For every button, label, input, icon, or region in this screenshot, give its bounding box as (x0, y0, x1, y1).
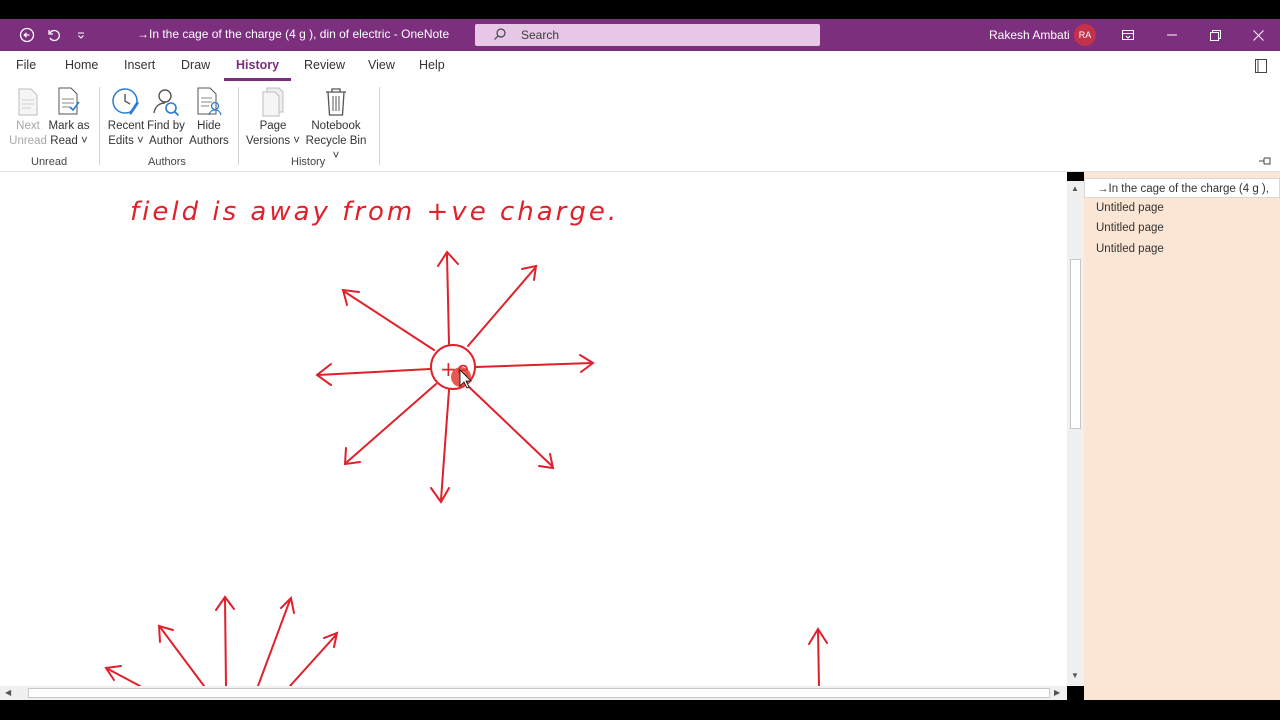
vertical-scroll-thumb[interactable] (1070, 259, 1081, 429)
search-box[interactable]: Search (475, 24, 820, 46)
scroll-right-icon[interactable]: ▶ (1054, 688, 1060, 697)
mark-as-read-line2: Read ˅ (50, 135, 88, 147)
recent-edits-line1: Recent (107, 120, 145, 132)
tab-insert[interactable]: Insert (124, 58, 155, 72)
title-bar: →In the cage of the charge (4 g ), din o… (0, 19, 1280, 51)
page-item[interactable]: Untitled page (1084, 218, 1280, 238)
next-unread-button[interactable]: Next Unread (8, 85, 48, 149)
search-placeholder: Search (521, 28, 560, 42)
tab-file[interactable]: File (16, 58, 36, 72)
window-title: →In the cage of the charge (4 g ), din o… (137, 27, 450, 41)
page-item[interactable]: Untitled page (1084, 198, 1280, 218)
user-name[interactable]: Rakesh Ambati (989, 28, 1070, 42)
pin-ribbon-icon[interactable] (1258, 155, 1272, 169)
group-label-history: History (291, 156, 326, 168)
group-label-unread: Unread (31, 156, 68, 168)
close-icon[interactable] (1248, 25, 1268, 45)
hide-authors-icon (194, 85, 224, 119)
mark-as-read-line1: Mark as (48, 120, 90, 132)
bottom-black-bar (0, 700, 1280, 720)
next-unread-line1: Next (16, 120, 40, 132)
page-icon (13, 85, 43, 119)
minimize-icon[interactable] (1162, 25, 1182, 45)
recycle-bin-icon (321, 85, 351, 119)
scroll-down-icon[interactable]: ▼ (1071, 671, 1079, 680)
tab-history[interactable]: History (236, 58, 279, 72)
find-by-author-button[interactable]: Find by Author (146, 85, 186, 149)
page-item[interactable]: Untitled page (1084, 239, 1280, 259)
horizontal-scroll-thumb[interactable] (28, 688, 1050, 698)
page-list-pane: →In the cage of the charge (4 g ), Untit… (1084, 172, 1280, 700)
customize-toolbar-icon[interactable] (71, 25, 91, 45)
ribbon-display-icon[interactable] (1118, 25, 1138, 45)
back-icon[interactable] (17, 25, 37, 45)
notebook-recycle-bin-button[interactable]: Notebook Recycle Bin ˅ (302, 85, 370, 164)
charge-field-lines (104, 250, 828, 686)
page-versions-button[interactable]: Page Versions ˅ (245, 85, 301, 149)
restore-icon[interactable] (1205, 25, 1225, 45)
avatar[interactable]: RA (1074, 24, 1096, 46)
hide-authors-line1: Hide (197, 120, 221, 132)
group-separator (379, 87, 380, 165)
recycle-bin-line1: Notebook (311, 120, 361, 132)
page-versions-icon (258, 85, 288, 119)
handwritten-text: field is away from +ve charge. (130, 197, 619, 227)
hide-authors-button[interactable]: Hide Authors (187, 85, 231, 149)
group-label-authors: Authors (148, 156, 186, 168)
ribbon: Next Unread Mark as Read ˅ Unread Recent… (0, 81, 1280, 172)
page-item[interactable]: →In the cage of the charge (4 g ), (1084, 178, 1280, 198)
find-by-author-line2: Author (149, 135, 183, 147)
tab-help[interactable]: Help (419, 58, 445, 72)
group-separator (238, 87, 239, 165)
tab-view[interactable]: View (368, 58, 395, 72)
recent-edits-button[interactable]: Recent Edits ˅ (106, 85, 146, 149)
page-versions-line1: Page (259, 120, 287, 132)
next-unread-line2: Unread (9, 135, 47, 147)
ribbon-tabs: File Home Insert Draw History Review Vie… (0, 51, 1280, 81)
top-black-bar (0, 0, 1280, 19)
tab-review[interactable]: Review (304, 58, 345, 72)
scroll-left-icon[interactable]: ◀ (5, 688, 11, 697)
recent-edits-line2: Edits ˅ (108, 135, 144, 147)
ink-drawing: field is away from +ve charge. +e (104, 197, 828, 686)
vertical-scrollbar[interactable]: ▲ ▼ (1067, 181, 1084, 686)
horizontal-scrollbar[interactable]: ◀ ▶ (0, 686, 1067, 700)
scroll-up-icon[interactable]: ▲ (1071, 184, 1079, 193)
group-separator (99, 87, 100, 165)
find-by-author-line1: Find by (147, 120, 185, 132)
mark-as-read-button[interactable]: Mark as Read ˅ (48, 85, 90, 149)
mark-read-icon (54, 85, 84, 119)
notebook-icon[interactable] (1253, 58, 1269, 77)
undo-icon[interactable] (44, 25, 64, 45)
tab-draw[interactable]: Draw (181, 58, 210, 72)
page-canvas[interactable]: field is away from +ve charge. +e (0, 172, 1067, 686)
clock-icon (111, 85, 141, 119)
page-versions-line2: Versions ˅ (245, 135, 301, 147)
search-icon (493, 27, 507, 44)
tab-home[interactable]: Home (65, 58, 98, 72)
hide-authors-line2: Authors (189, 135, 229, 147)
find-author-icon (151, 85, 181, 119)
